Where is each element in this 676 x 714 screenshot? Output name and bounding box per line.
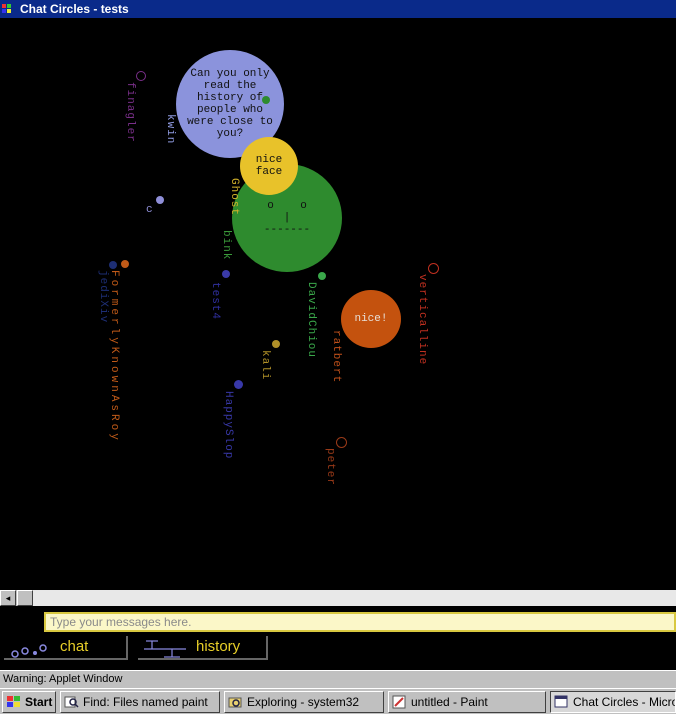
user-name-verticalline: verticalline (416, 274, 428, 366)
speech-bubble-orange[interactable]: nice! (341, 290, 401, 348)
bubble-text: o o | ------- (263, 200, 311, 236)
start-button[interactable]: Start (2, 691, 56, 713)
horizontal-scrollbar[interactable]: ◂ (0, 590, 676, 606)
user-circle-happyslop[interactable] (234, 380, 243, 389)
taskbar-item-chat-circles[interactable]: Chat Circles - Microsof (550, 691, 676, 713)
user-name-test4: test4 (209, 282, 221, 321)
history-icon (144, 640, 186, 658)
chat-label: chat (60, 638, 89, 655)
user-name-ratbert: ratbert (330, 330, 342, 384)
app-icon (2, 4, 11, 13)
browser-icon (554, 695, 568, 708)
message-bar (0, 606, 676, 634)
start-label: Start (25, 695, 53, 709)
user-circle-davidchiou[interactable] (318, 272, 326, 280)
paint-icon (392, 695, 406, 709)
user-circle-kali[interactable] (272, 340, 280, 348)
user-name-finagler: finagler (124, 82, 136, 143)
history-button[interactable]: history (138, 636, 268, 660)
taskbar-item-label: untitled - Paint (411, 695, 488, 709)
message-input[interactable] (44, 612, 676, 632)
taskbar-item-label: Exploring - system32 (247, 695, 360, 709)
user-circle-c[interactable] (156, 196, 164, 204)
user-circle-green-small[interactable] (262, 96, 270, 104)
user-name-c: c (146, 204, 153, 216)
user-name-jedixiv: jediXiv (97, 270, 109, 324)
scroll-thumb[interactable] (17, 590, 33, 606)
user-name-davidchiou: DavidChiou (305, 282, 317, 359)
user-circle-formerlyknownasroy[interactable] (121, 260, 129, 268)
applet-warning-bar: Warning: Applet Window (0, 670, 676, 688)
taskbar-item-find[interactable]: Find: Files named paint (60, 691, 220, 713)
chat-circles-icon (11, 644, 47, 658)
speech-bubble-yellow[interactable]: nice face (240, 137, 298, 195)
user-circle-peter[interactable] (336, 437, 347, 448)
user-name-formerlyknownasroy: FormerlyKnownAsRoy (108, 270, 120, 443)
bubble-text: nice face (255, 154, 283, 178)
user-name-kali: kali (259, 350, 271, 381)
history-label: history (196, 638, 241, 655)
taskbar-item-paint[interactable]: untitled - Paint (388, 691, 546, 713)
find-icon (64, 696, 79, 708)
bubble-text: nice! (354, 313, 388, 325)
mode-controls: chat history (0, 634, 676, 670)
scroll-left-button[interactable]: ◂ (0, 590, 16, 606)
user-name-happyslop: HappySlop (222, 391, 234, 460)
taskbar: Start Find: Files named paint Exploring … (0, 688, 676, 714)
chat-stage[interactable]: finagler kwin c Can you only read the hi… (0, 18, 676, 590)
user-circle-jedixiv[interactable] (109, 261, 117, 269)
user-circle-bink[interactable] (222, 270, 230, 278)
user-name-bink: bink (220, 230, 232, 261)
user-name-ghost: Ghost (228, 178, 240, 217)
window-title: Chat Circles - tests (20, 2, 129, 16)
user-circle-finagler[interactable] (136, 71, 146, 81)
explorer-icon (228, 697, 242, 708)
taskbar-item-exploring[interactable]: Exploring - system32 (224, 691, 384, 713)
bubble-text: Can you only read the history of people … (187, 68, 273, 140)
scroll-track[interactable] (33, 590, 676, 606)
taskbar-item-label: Chat Circles - Microsof (573, 695, 675, 709)
taskbar-item-label: Find: Files named paint (83, 695, 208, 709)
user-name-peter: peter (324, 448, 336, 487)
chat-button[interactable]: chat (4, 636, 128, 660)
user-name-kwin: kwin (164, 114, 176, 145)
window-titlebar[interactable]: Chat Circles - tests (0, 0, 676, 18)
user-circle-verticalline[interactable] (428, 263, 439, 274)
windows-logo-icon (7, 696, 20, 707)
